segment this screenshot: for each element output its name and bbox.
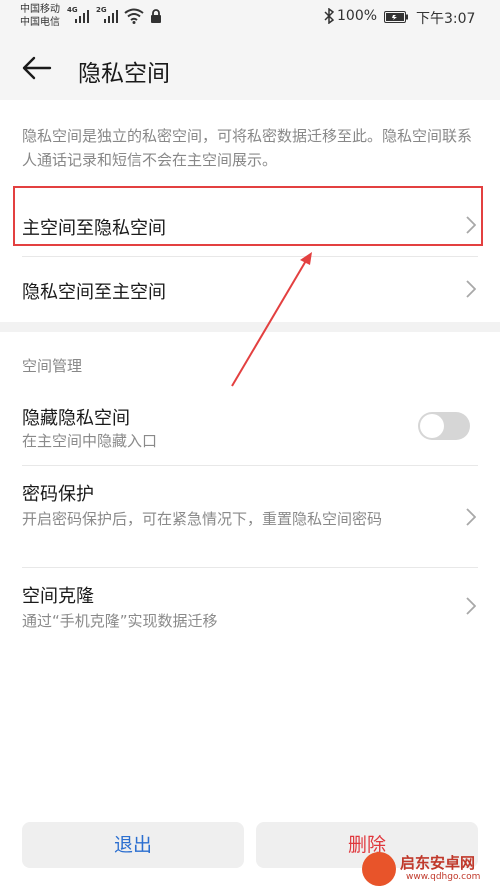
- site-watermark: 启东安卓网 www.qdhgo.com: [362, 850, 496, 886]
- divider: [22, 256, 478, 257]
- section-title-space-management: 空间管理: [22, 357, 83, 375]
- app-header: 隐私空间: [0, 36, 500, 100]
- wifi-icon: [124, 8, 144, 24]
- password-protection-subtitle: 开启密码保护后，可在紧急情况下，重置隐私空间密码: [22, 510, 383, 528]
- chevron-right-icon: [466, 280, 476, 298]
- hide-private-space-toggle[interactable]: [418, 412, 470, 440]
- chevron-right-icon: [466, 216, 476, 234]
- carrier-labels: 中国移动 中国电信: [20, 3, 60, 29]
- exit-button[interactable]: 退出: [22, 822, 244, 868]
- bluetooth-icon: [324, 8, 334, 24]
- migrate-private-to-main-label: 隐私空间至主空间: [22, 282, 166, 303]
- battery-percent: 100%: [337, 8, 378, 24]
- battery-icon: [384, 11, 408, 23]
- page-title: 隐私空间: [78, 61, 170, 87]
- toggle-knob: [420, 414, 444, 438]
- watermark-url: www.qdhgo.com: [406, 872, 481, 882]
- space-clone-subtitle: 通过“手机克隆”实现数据迁移: [22, 612, 218, 630]
- space-clone-row[interactable]: 空间克隆 通过“手机克隆”实现数据迁移: [0, 568, 500, 640]
- watermark-logo-icon: [362, 852, 396, 886]
- signal-icon: [104, 9, 120, 23]
- migrate-private-to-main-row[interactable]: 隐私空间至主空间: [0, 258, 500, 320]
- carrier-1: 中国移动: [20, 4, 60, 15]
- chevron-right-icon: [466, 597, 476, 615]
- privacy-space-description: 隐私空间是独立的私密空间，可将私密数据迁移至此。隐私空间联系人通话记录和短信不会…: [22, 127, 473, 169]
- migrate-main-to-private-row[interactable]: 主空间至隐私空间: [0, 190, 500, 252]
- section-separator: [0, 322, 500, 332]
- password-protection-label: 密码保护: [22, 484, 94, 505]
- status-bar: 中国移动 中国电信 4G 2G 100% 下午3:07: [0, 0, 500, 36]
- hide-private-space-subtitle: 在主空间中隐藏入口: [22, 432, 158, 450]
- migrate-main-to-private-label: 主空间至隐私空间: [22, 218, 166, 239]
- watermark-name: 启东安卓网: [400, 854, 476, 872]
- signal-icon: [75, 9, 91, 23]
- clock: 下午3:07: [416, 11, 476, 27]
- lock-icon: [151, 9, 161, 23]
- password-protection-row[interactable]: 密码保护 开启密码保护后，可在紧急情况下，重置隐私空间密码: [0, 466, 500, 566]
- back-arrow-icon[interactable]: [18, 52, 54, 84]
- chevron-right-icon: [466, 508, 476, 526]
- space-clone-label: 空间克隆: [22, 586, 94, 607]
- carrier-2: 中国电信: [20, 17, 60, 28]
- hide-private-space-label: 隐藏隐私空间: [22, 408, 130, 429]
